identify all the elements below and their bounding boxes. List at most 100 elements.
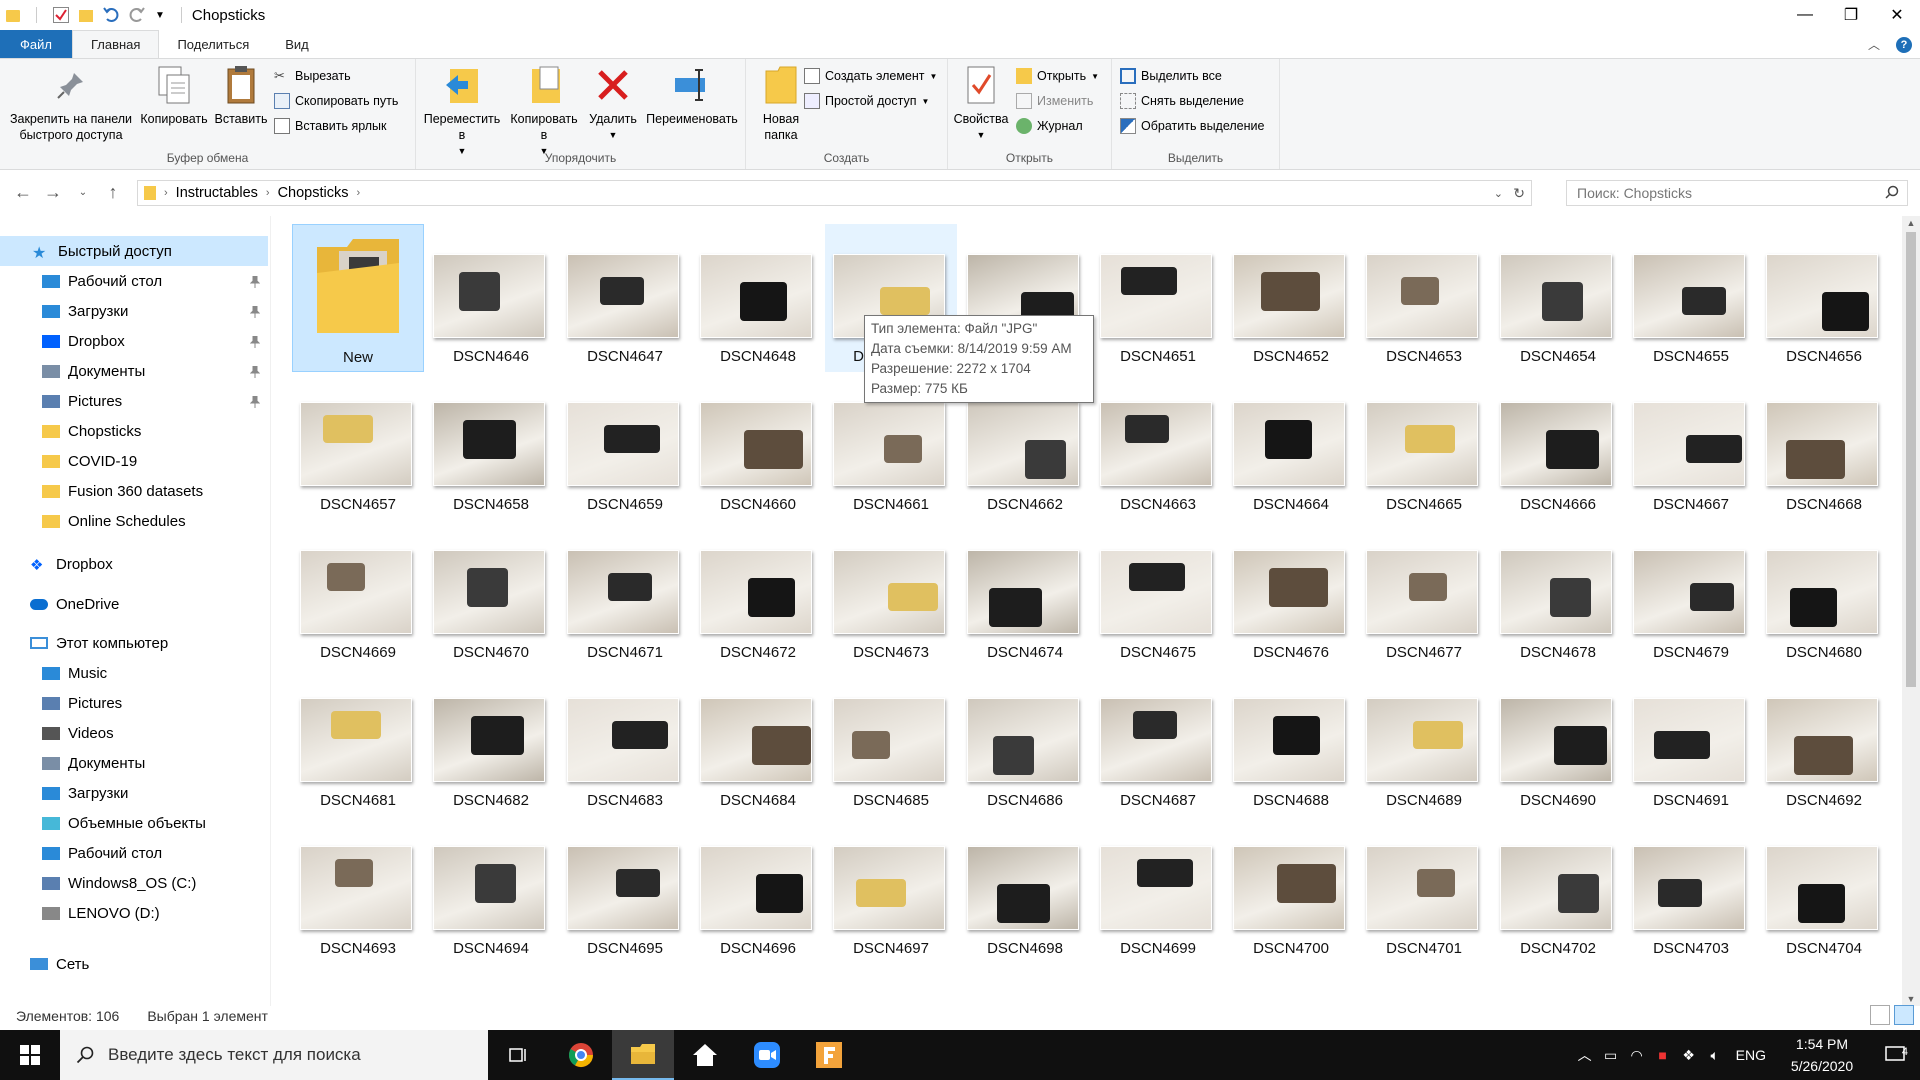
file-item[interactable]: DSCN4690 [1492,668,1624,816]
new-folder-icon[interactable] [79,10,93,22]
nav-quick-access-item[interactable]: Документы [0,356,268,386]
home-icon[interactable] [674,1030,736,1080]
file-item[interactable]: DSCN4681 [292,668,424,816]
file-item[interactable]: DSCN4665 [1358,372,1490,520]
nav-quick-access-item[interactable]: Online Schedules [0,506,268,536]
customize-quick-access-dropdown[interactable]: ▼ [155,10,165,21]
file-item[interactable]: DSCN4683 [559,668,691,816]
up-arrow-icon[interactable]: ↑ [98,182,128,203]
nav-this-pc-item[interactable]: Рабочий стол [0,838,268,868]
chevron-up-icon[interactable]: ︿ [1572,1045,1598,1065]
nav-this-pc-item[interactable]: LENOVO (D:) [0,898,268,928]
notification-center-icon[interactable]: 4 [1870,1046,1920,1064]
paste-shortcut-button[interactable]: Вставить ярлык [274,115,387,137]
file-item[interactable]: DSCN4651 [1092,224,1224,372]
file-item[interactable]: DSCN4685 [825,668,957,816]
file-item[interactable]: DSCN4697 [825,816,957,964]
file-item[interactable]: DSCN4689 [1358,668,1490,816]
nav-this-pc-item[interactable]: Videos [0,718,268,748]
breadcrumb-chopsticks[interactable]: Chopsticks [270,185,357,201]
large-icons-view-icon[interactable] [1894,1005,1914,1025]
file-item[interactable]: DSCN4669 [292,520,424,668]
file-item[interactable]: DSCN4693 [292,816,424,964]
nav-quick-access-item[interactable]: Chopsticks [0,416,268,446]
zoom-icon[interactable] [736,1030,798,1080]
nav-quick-access-item[interactable]: Dropbox [0,326,268,356]
new-folder-button[interactable]: Новая папка [750,63,812,143]
nav-this-pc[interactable]: Этот компьютер [0,628,268,658]
file-explorer-icon[interactable] [612,1030,674,1080]
chevron-down-icon[interactable]: ⌄ [1494,187,1503,200]
rename-button[interactable]: Переименовать [642,63,742,127]
file-item[interactable]: DSCN4680 [1758,520,1886,668]
chrome-icon[interactable] [550,1030,612,1080]
nav-this-pc-item[interactable]: Pictures [0,688,268,718]
scroll-thumb[interactable] [1906,232,1916,687]
start-button[interactable] [0,1030,60,1080]
wifi-icon[interactable]: ◠ [1624,1047,1650,1064]
delete-button[interactable]: Удалить ▼ [584,63,642,143]
nav-quick-access-item[interactable]: COVID-19 [0,446,268,476]
task-view-icon[interactable] [488,1030,550,1080]
language-indicator[interactable]: ENG [1736,1047,1766,1063]
nav-quick-access-item[interactable]: Fusion 360 datasets [0,476,268,506]
undo-icon[interactable] [103,7,119,23]
defender-icon[interactable]: ■ [1650,1047,1676,1063]
pin-icon[interactable] [249,365,261,378]
battery-icon[interactable]: ▭ [1598,1047,1624,1064]
file-item[interactable]: DSCN4703 [1625,816,1757,964]
properties-check-icon[interactable] [53,7,69,23]
file-item[interactable]: DSCN4694 [425,816,557,964]
file-item[interactable]: DSCN4657 [292,372,424,520]
recent-locations-chevron-icon[interactable]: ⌄ [68,187,98,198]
file-item[interactable]: DSCN4678 [1492,520,1624,668]
file-item[interactable]: DSCN4701 [1358,816,1490,964]
file-item[interactable]: DSCN4704 [1758,816,1886,964]
nav-this-pc-item[interactable]: Объемные объекты [0,808,268,838]
file-item[interactable]: DSCN4702 [1492,816,1624,964]
file-item[interactable]: DSCN4667 [1625,372,1757,520]
file-item[interactable]: DSCN4655 [1625,224,1757,372]
forward-arrow-icon[interactable]: → [38,182,68,203]
file-item[interactable]: DSCN4660 [692,372,824,520]
edit-button[interactable]: Изменить [1016,90,1093,112]
nav-this-pc-item[interactable]: Загрузки [0,778,268,808]
tab-share[interactable]: Поделиться [159,30,267,58]
file-item[interactable]: DSCN4679 [1625,520,1757,668]
pin-icon[interactable] [249,395,261,408]
file-item[interactable]: DSCN4695 [559,816,691,964]
nav-this-pc-item[interactable]: Документы [0,748,268,778]
file-item[interactable]: DSCN4658 [425,372,557,520]
nav-this-pc-item[interactable]: Windows8_OS (C:) [0,868,268,898]
copy-to-button[interactable]: Копировать в ▼ [506,63,582,159]
file-item[interactable]: DSCN4653 [1358,224,1490,372]
vertical-scrollbar[interactable]: ▲ ▼ [1902,216,1920,1006]
file-item[interactable]: DSCN4647 [559,224,691,372]
nav-onedrive[interactable]: OneDrive [0,589,268,619]
file-item[interactable]: DSCN4684 [692,668,824,816]
folder-item[interactable]: New [292,224,424,372]
copy-path-button[interactable]: Скопировать путь [274,90,398,112]
new-item-button[interactable]: Создать элемент ▼ [804,65,937,87]
nav-dropbox[interactable]: ❖ Dropbox [0,549,268,579]
collapse-ribbon-icon[interactable]: ︿ [1868,36,1880,53]
pin-icon[interactable] [249,335,261,348]
close-button[interactable]: ✕ [1874,0,1920,30]
scroll-up-arrow-icon[interactable]: ▲ [1902,218,1920,228]
select-none-button[interactable]: Снять выделение [1120,90,1244,112]
refresh-icon[interactable]: ↻ [1513,185,1525,202]
details-view-icon[interactable] [1870,1005,1890,1025]
file-item[interactable]: DSCN4688 [1225,668,1357,816]
clock[interactable]: 1:54 PM 5/26/2020 [1774,1033,1870,1077]
move-to-button[interactable]: Переместить в ▼ [420,63,504,159]
file-item[interactable]: DSCN4687 [1092,668,1224,816]
file-item[interactable]: DSCN4699 [1092,816,1224,964]
nav-quick-access-item[interactable]: Загрузки [0,296,268,326]
nav-quick-access-item[interactable]: Рабочий стол [0,266,268,296]
nav-network[interactable]: Сеть [0,949,268,979]
search-input[interactable]: Поиск: Chopsticks [1566,180,1908,206]
easy-access-button[interactable]: Простой доступ ▼ [804,90,929,112]
fusion-360-icon[interactable] [798,1030,860,1080]
file-item[interactable]: DSCN4682 [425,668,557,816]
nav-quick-access[interactable]: ★ Быстрый доступ [0,236,268,266]
